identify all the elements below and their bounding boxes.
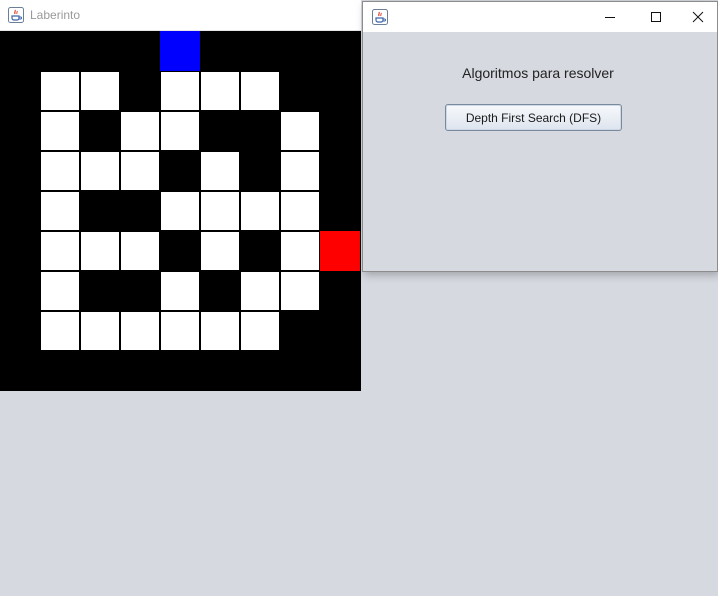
maze-cell-open [160,71,200,111]
maze-cell-open [280,151,320,191]
maze-cell-open [40,111,80,151]
maze-cell-open [240,271,280,311]
maze-cell-open [160,191,200,231]
maze-cell-open [200,191,240,231]
maze-cell-open [240,311,280,351]
maze-cell-open [80,231,120,271]
maze-cell-open [160,271,200,311]
maze-cell-open [200,311,240,351]
maze-cell-open [40,271,80,311]
solver-titlebar[interactable] [363,2,717,32]
maze-cell-open [40,151,80,191]
java-icon [372,9,388,25]
maze-window: Laberinto [0,0,361,391]
maze-cell-open [240,191,280,231]
maze-titlebar[interactable]: Laberinto [0,0,361,31]
maze-cell-open [160,311,200,351]
maze-grid [0,31,361,391]
maze-cell-start [160,31,200,71]
minimize-button[interactable] [587,2,633,32]
close-icon [692,11,704,23]
close-button[interactable] [675,2,718,32]
maze-cell-open [40,71,80,111]
maze-cell-open [160,111,200,151]
maze-cell-open [80,151,120,191]
maze-cell-open [280,271,320,311]
maze-cell-open [80,71,120,111]
maze-cell-open [40,311,80,351]
minimize-icon [605,17,615,18]
solver-heading: Algoritmos para resolver [462,65,614,81]
maze-cell-open [40,231,80,271]
maze-cell-open [240,71,280,111]
maze-cell-open [40,191,80,231]
maze-cell-open [280,191,320,231]
maximize-icon [651,12,661,22]
maze-cell-open [280,111,320,151]
maze-cell-open [120,111,160,151]
maze-cell-open [120,311,160,351]
maximize-button[interactable] [633,2,679,32]
dfs-button[interactable]: Depth First Search (DFS) [445,104,622,131]
maze-cell-open [120,151,160,191]
maze-cell-open [200,231,240,271]
maze-cell-open [280,231,320,271]
window-title: Laberinto [30,8,81,22]
maze-cell-open [200,151,240,191]
java-icon [8,7,24,23]
maze-cell-open [120,231,160,271]
solver-content: Algoritmos para resolver Depth First Sea… [363,32,717,271]
maze-cell-open [80,311,120,351]
maze-cell-goal [320,231,360,271]
solver-window: Algoritmos para resolver Depth First Sea… [362,1,718,272]
maze-cell-open [200,71,240,111]
